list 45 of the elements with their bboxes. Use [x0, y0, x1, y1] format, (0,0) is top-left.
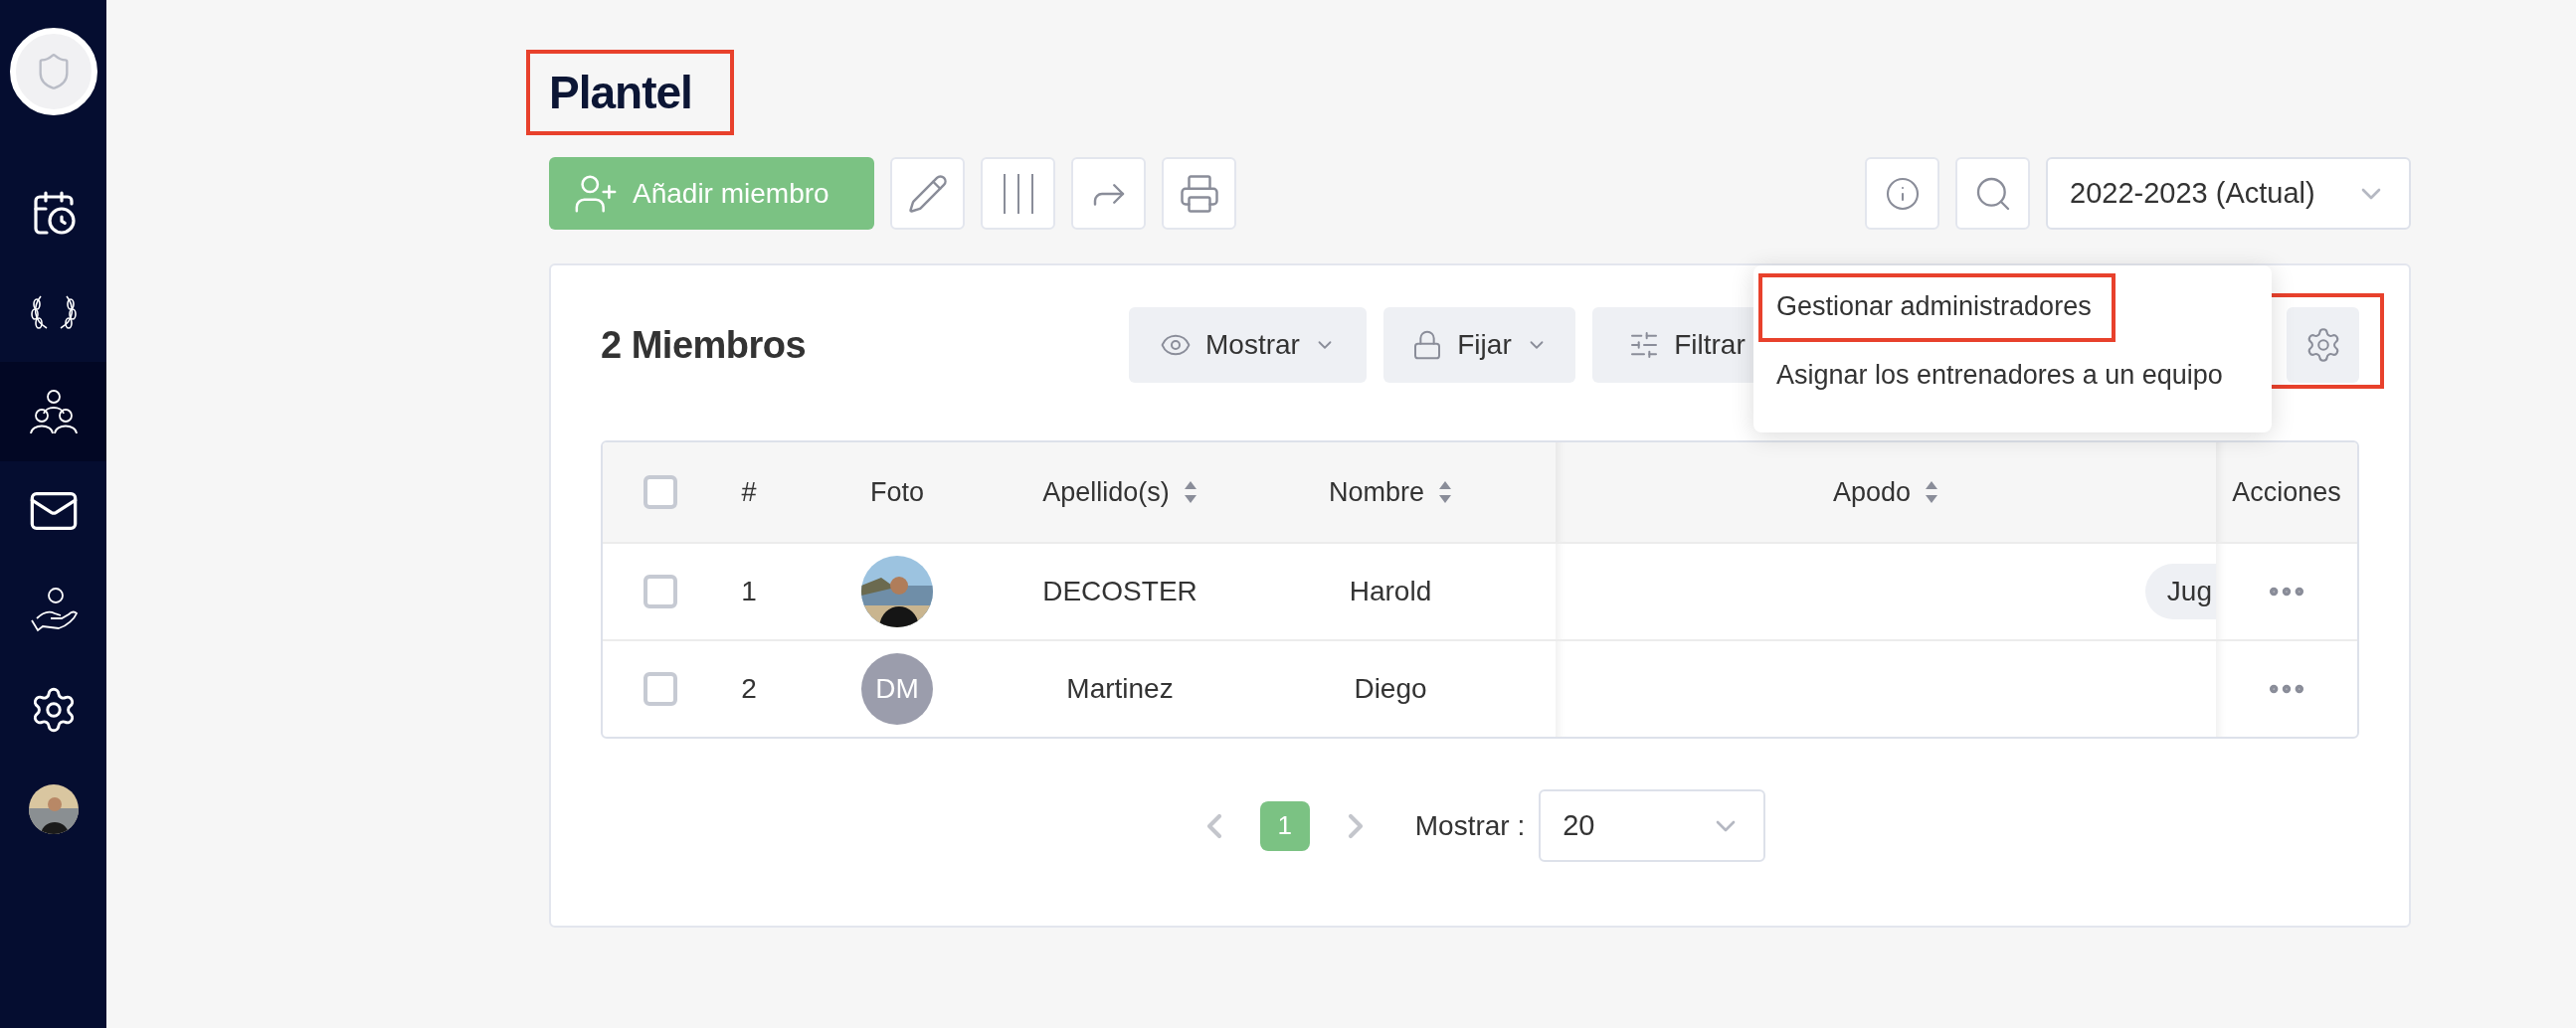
settings-button[interactable]: [2287, 307, 2359, 383]
info-icon: [1884, 175, 1921, 212]
header-cell[interactable]: Apodo: [1556, 442, 2216, 544]
table-cell: DECOSTER: [1042, 576, 1197, 607]
select-all-checkbox[interactable]: [644, 475, 677, 509]
hand-person-icon[interactable]: [28, 587, 79, 634]
info-button[interactable]: [1865, 157, 1939, 230]
columns-icon: [1001, 171, 1035, 216]
sort-icon[interactable]: [1925, 480, 1939, 504]
table-cell: Martinez: [1066, 673, 1174, 705]
column-header: Acciones: [2232, 476, 2341, 508]
season-select[interactable]: 2022-2023 (Actual): [2046, 157, 2411, 230]
pin-button[interactable]: Fijar: [1383, 307, 1575, 383]
table-cell: Diego: [1354, 673, 1427, 705]
column-header: Apellido(s): [1042, 476, 1170, 508]
column-header: Nombre: [1329, 476, 1424, 508]
row-checkbox[interactable]: [644, 672, 677, 706]
header-cell[interactable]: Nombre: [1225, 442, 1556, 544]
role-tag: Jug: [2144, 564, 2216, 619]
avatar-initials: DM: [861, 653, 933, 725]
sort-icon[interactable]: [1183, 480, 1197, 504]
print-button[interactable]: [1162, 157, 1236, 230]
pencil-icon: [906, 172, 949, 215]
member-count: 2 Miembros: [601, 323, 808, 367]
column-header: Foto: [870, 476, 924, 508]
table-cell: 2: [741, 673, 757, 705]
table-cell: Harold: [1349, 576, 1432, 607]
share-button[interactable]: [1071, 157, 1146, 230]
page-title: Plantel: [526, 50, 734, 135]
page-size-label: Mostrar :: [1414, 809, 1526, 842]
sidebar-item[interactable]: [0, 362, 106, 461]
show-button[interactable]: Mostrar: [1129, 307, 1367, 383]
sort-icon[interactable]: [1438, 480, 1452, 504]
search-button[interactable]: [1955, 157, 2030, 230]
edit-button[interactable]: [890, 157, 965, 230]
row-checkbox[interactable]: [644, 575, 677, 608]
table-cell: 1: [741, 576, 757, 607]
column-header: #: [741, 476, 757, 508]
menu-item[interactable]: Gestionar administradores: [1758, 273, 2116, 342]
page-size-select[interactable]: 20: [1539, 789, 1766, 862]
column-header: Apodo: [1832, 476, 1912, 508]
print-icon: [1178, 172, 1220, 215]
header-cell[interactable]: Apellido(s): [1014, 442, 1225, 544]
team-icon[interactable]: [29, 388, 78, 435]
columns-button[interactable]: [981, 157, 1055, 230]
